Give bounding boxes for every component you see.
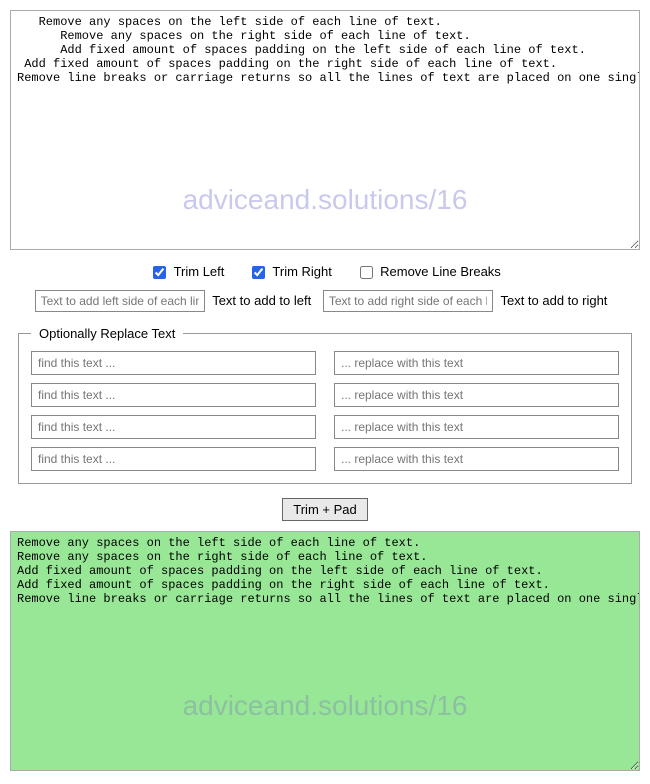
replace-input-3[interactable] [334,447,619,471]
find-input-2[interactable] [31,415,316,439]
trim-pad-button[interactable]: Trim + Pad [282,498,367,521]
pad-left-label: Text to add to left [212,293,311,308]
action-row: Trim + Pad [10,498,640,521]
replace-input-2[interactable] [334,415,619,439]
pad-left-input[interactable] [35,290,205,312]
trim-options-row: Trim Left Trim Right Remove Line Breaks [10,263,640,282]
padding-row: Text to add to left Text to add to right [10,290,640,312]
find-input-3[interactable] [31,447,316,471]
output-textarea[interactable] [10,531,640,771]
pad-right-input[interactable] [323,290,493,312]
pad-right-label: Text to add to right [500,293,607,308]
find-input-0[interactable] [31,351,316,375]
replace-input-1[interactable] [334,383,619,407]
trim-right-label[interactable]: Trim Right [248,264,335,279]
trim-left-label[interactable]: Trim Left [149,264,228,279]
input-textarea[interactable] [10,10,640,250]
trim-right-text: Trim Right [272,264,331,279]
trim-right-checkbox[interactable] [252,266,265,279]
remove-breaks-checkbox[interactable] [360,266,373,279]
replace-fieldset: Optionally Replace Text [18,326,632,484]
find-input-1[interactable] [31,383,316,407]
replace-input-0[interactable] [334,351,619,375]
trim-left-text: Trim Left [174,264,225,279]
replace-legend: Optionally Replace Text [31,326,183,341]
replace-grid [31,351,619,471]
trim-left-checkbox[interactable] [153,266,166,279]
remove-breaks-text: Remove Line Breaks [380,264,501,279]
remove-breaks-label[interactable]: Remove Line Breaks [356,264,501,279]
